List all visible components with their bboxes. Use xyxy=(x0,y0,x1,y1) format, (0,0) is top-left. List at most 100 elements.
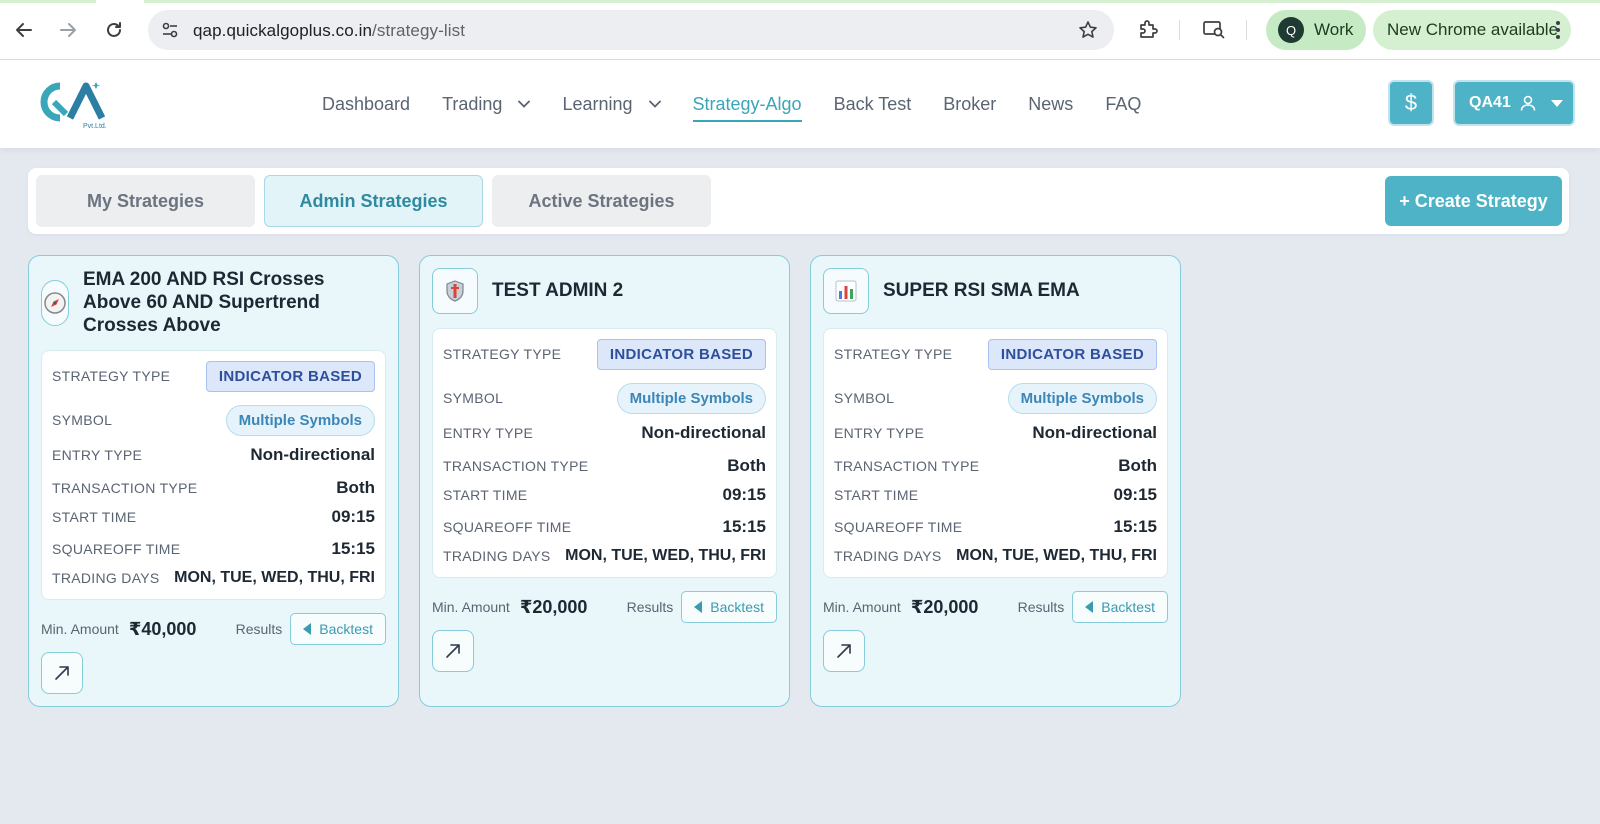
start-time-label: START TIME xyxy=(834,487,919,503)
create-strategy-button[interactable]: + Create Strategy xyxy=(1385,176,1562,226)
strategy-type-label: STRATEGY TYPE xyxy=(443,346,562,362)
results-label: Results xyxy=(235,621,283,637)
symbol-label: SYMBOL xyxy=(52,412,113,428)
backtest-label: Backtest xyxy=(1101,599,1155,615)
transaction-type-value: Both xyxy=(727,456,766,475)
arrow-up-right-icon xyxy=(55,666,69,680)
nav-label: Dashboard xyxy=(322,93,411,114)
tab-label: Admin Strategies xyxy=(299,190,448,211)
min-amount-label: Min. Amount xyxy=(432,599,510,615)
backtest-button[interactable]: Backtest xyxy=(1072,591,1168,623)
nav-dashboard[interactable]: Dashboard xyxy=(322,94,410,115)
reload-icon xyxy=(107,22,121,37)
dollar-icon: $ xyxy=(1404,90,1418,115)
nav-strategy-algo[interactable]: Strategy-Algo xyxy=(692,93,802,122)
entry-type-label: ENTRY TYPE xyxy=(52,447,143,463)
squareoff-time-value: 15:15 xyxy=(331,539,375,558)
nav-back-test[interactable]: Back Test xyxy=(834,94,912,115)
min-amount-label: Min. Amount xyxy=(41,621,119,637)
forward-button[interactable] xyxy=(50,12,86,48)
user-icon xyxy=(1520,95,1536,111)
chevron-down-icon xyxy=(518,98,531,110)
more-options-icon[interactable] xyxy=(1555,21,1561,39)
play-left-icon xyxy=(303,623,312,635)
user-label: QA41 xyxy=(1469,94,1511,111)
strategy-title: TEST ADMIN 2 xyxy=(492,280,624,301)
strategy-details: STRATEGY TYPE INDICATOR BASED SYMBOL Multi… xyxy=(823,328,1168,578)
tab-admin-strategies[interactable]: Admin Strategies xyxy=(264,175,483,227)
squareoff-time-value: 15:15 xyxy=(1113,517,1157,536)
back-button[interactable] xyxy=(6,12,42,48)
squareoff-time-label: SQUAREOFF TIME xyxy=(52,541,181,557)
address-url: qap.quickalgoplus.co.in/strategy-list xyxy=(193,21,465,41)
address-bar[interactable]: qap.quickalgoplus.co.in/strategy-list xyxy=(148,10,1114,50)
chrome-update-button[interactable]: New Chrome available xyxy=(1373,10,1571,50)
reload-button[interactable] xyxy=(96,12,132,48)
nav-label: Broker xyxy=(943,93,997,114)
transaction-type-label: TRANSACTION TYPE xyxy=(834,458,980,474)
user-menu-button[interactable]: QA41 xyxy=(1453,80,1575,126)
results-label: Results xyxy=(626,599,674,615)
strategy-type-badge: INDICATOR BASED xyxy=(987,338,1157,370)
chevron-down-icon xyxy=(648,98,661,110)
nav-label: Trading xyxy=(442,93,503,114)
strategy-type-label: STRATEGY TYPE xyxy=(52,368,171,384)
symbol-badge: Multiple Symbols xyxy=(225,404,375,436)
min-amount-value: ₹40,000 xyxy=(128,618,197,639)
strategy-type-badge: INDICATOR BASED xyxy=(596,338,766,370)
strategy-type-label: STRATEGY TYPE xyxy=(834,346,953,362)
trading-days-value: MON, TUE, WED, THU, FRI xyxy=(565,547,766,564)
nav-faq[interactable]: FAQ xyxy=(1105,94,1141,115)
squareoff-time-label: SQUAREOFF TIME xyxy=(834,519,963,535)
strategy-details: STRATEGY TYPE INDICATOR BASED SYMBOL Multi… xyxy=(432,328,777,578)
wallet-button[interactable]: $ xyxy=(1388,80,1434,126)
brand-logo[interactable]: Pvt.Ltd. xyxy=(36,78,110,130)
site-settings-icon[interactable] xyxy=(158,18,182,42)
tab-my-strategies[interactable]: My Strategies xyxy=(36,175,255,227)
extensions-puzzle-icon[interactable] xyxy=(1134,15,1162,43)
strategy-title: EMA 200 AND RSI Crosses Above 60 AND Sup… xyxy=(83,269,325,336)
nav-news[interactable]: News xyxy=(1028,94,1073,115)
open-strategy-button[interactable] xyxy=(823,630,865,672)
backtest-label: Backtest xyxy=(710,599,764,615)
backtest-button[interactable]: Backtest xyxy=(681,591,777,623)
arrow-left-icon xyxy=(16,23,32,37)
bookmark-star-icon[interactable] xyxy=(1076,18,1100,42)
nav-label: Strategy-Algo xyxy=(692,93,802,114)
tab-active-strategies[interactable]: Active Strategies xyxy=(492,175,711,227)
open-strategy-button[interactable] xyxy=(432,630,474,672)
backtest-button[interactable]: Backtest xyxy=(290,613,386,645)
trading-days-label: TRADING DAYS xyxy=(52,570,160,586)
open-strategy-button[interactable] xyxy=(41,652,83,694)
nav-label: FAQ xyxy=(1105,93,1142,114)
nav-label: News xyxy=(1028,93,1074,114)
start-time-value: 09:15 xyxy=(1113,485,1157,504)
url-path: /strategy-list xyxy=(372,21,466,40)
entry-type-value: Non-directional xyxy=(1032,423,1157,442)
arrow-up-right-icon xyxy=(446,644,460,658)
transaction-type-label: TRANSACTION TYPE xyxy=(52,480,198,496)
caret-down-icon xyxy=(1550,99,1563,107)
min-amount-value: ₹20,000 xyxy=(910,596,979,617)
tab-label: My Strategies xyxy=(86,190,205,211)
nav-broker[interactable]: Broker xyxy=(943,94,996,115)
trading-days-label: TRADING DAYS xyxy=(834,548,942,564)
tab-search-icon[interactable] xyxy=(1200,15,1228,43)
app-header: Pvt.Ltd. Dashboard Trading Learning Stra… xyxy=(0,60,1600,148)
entry-type-value: Non-directional xyxy=(250,445,375,464)
symbol-label: SYMBOL xyxy=(834,390,895,406)
profile-button[interactable]: Q Work xyxy=(1266,10,1366,50)
update-label: New Chrome available xyxy=(1387,20,1559,39)
toolbar-separator xyxy=(1246,20,1247,40)
browser-toolbar: qap.quickalgoplus.co.in/strategy-list Q … xyxy=(0,0,1600,60)
nav-learning[interactable]: Learning xyxy=(562,94,661,115)
transaction-type-label: TRANSACTION TYPE xyxy=(443,458,589,474)
transaction-type-value: Both xyxy=(336,478,375,497)
arrow-up-right-icon xyxy=(837,644,851,658)
start-time-label: START TIME xyxy=(52,509,137,525)
strategy-card: EMA 200 AND RSI Crosses Above 60 AND Sup… xyxy=(28,255,399,707)
nav-trading[interactable]: Trading xyxy=(442,93,531,115)
min-amount-value: ₹20,000 xyxy=(519,596,588,617)
start-time-value: 09:15 xyxy=(722,485,766,504)
symbol-badge: Multiple Symbols xyxy=(1007,382,1157,414)
